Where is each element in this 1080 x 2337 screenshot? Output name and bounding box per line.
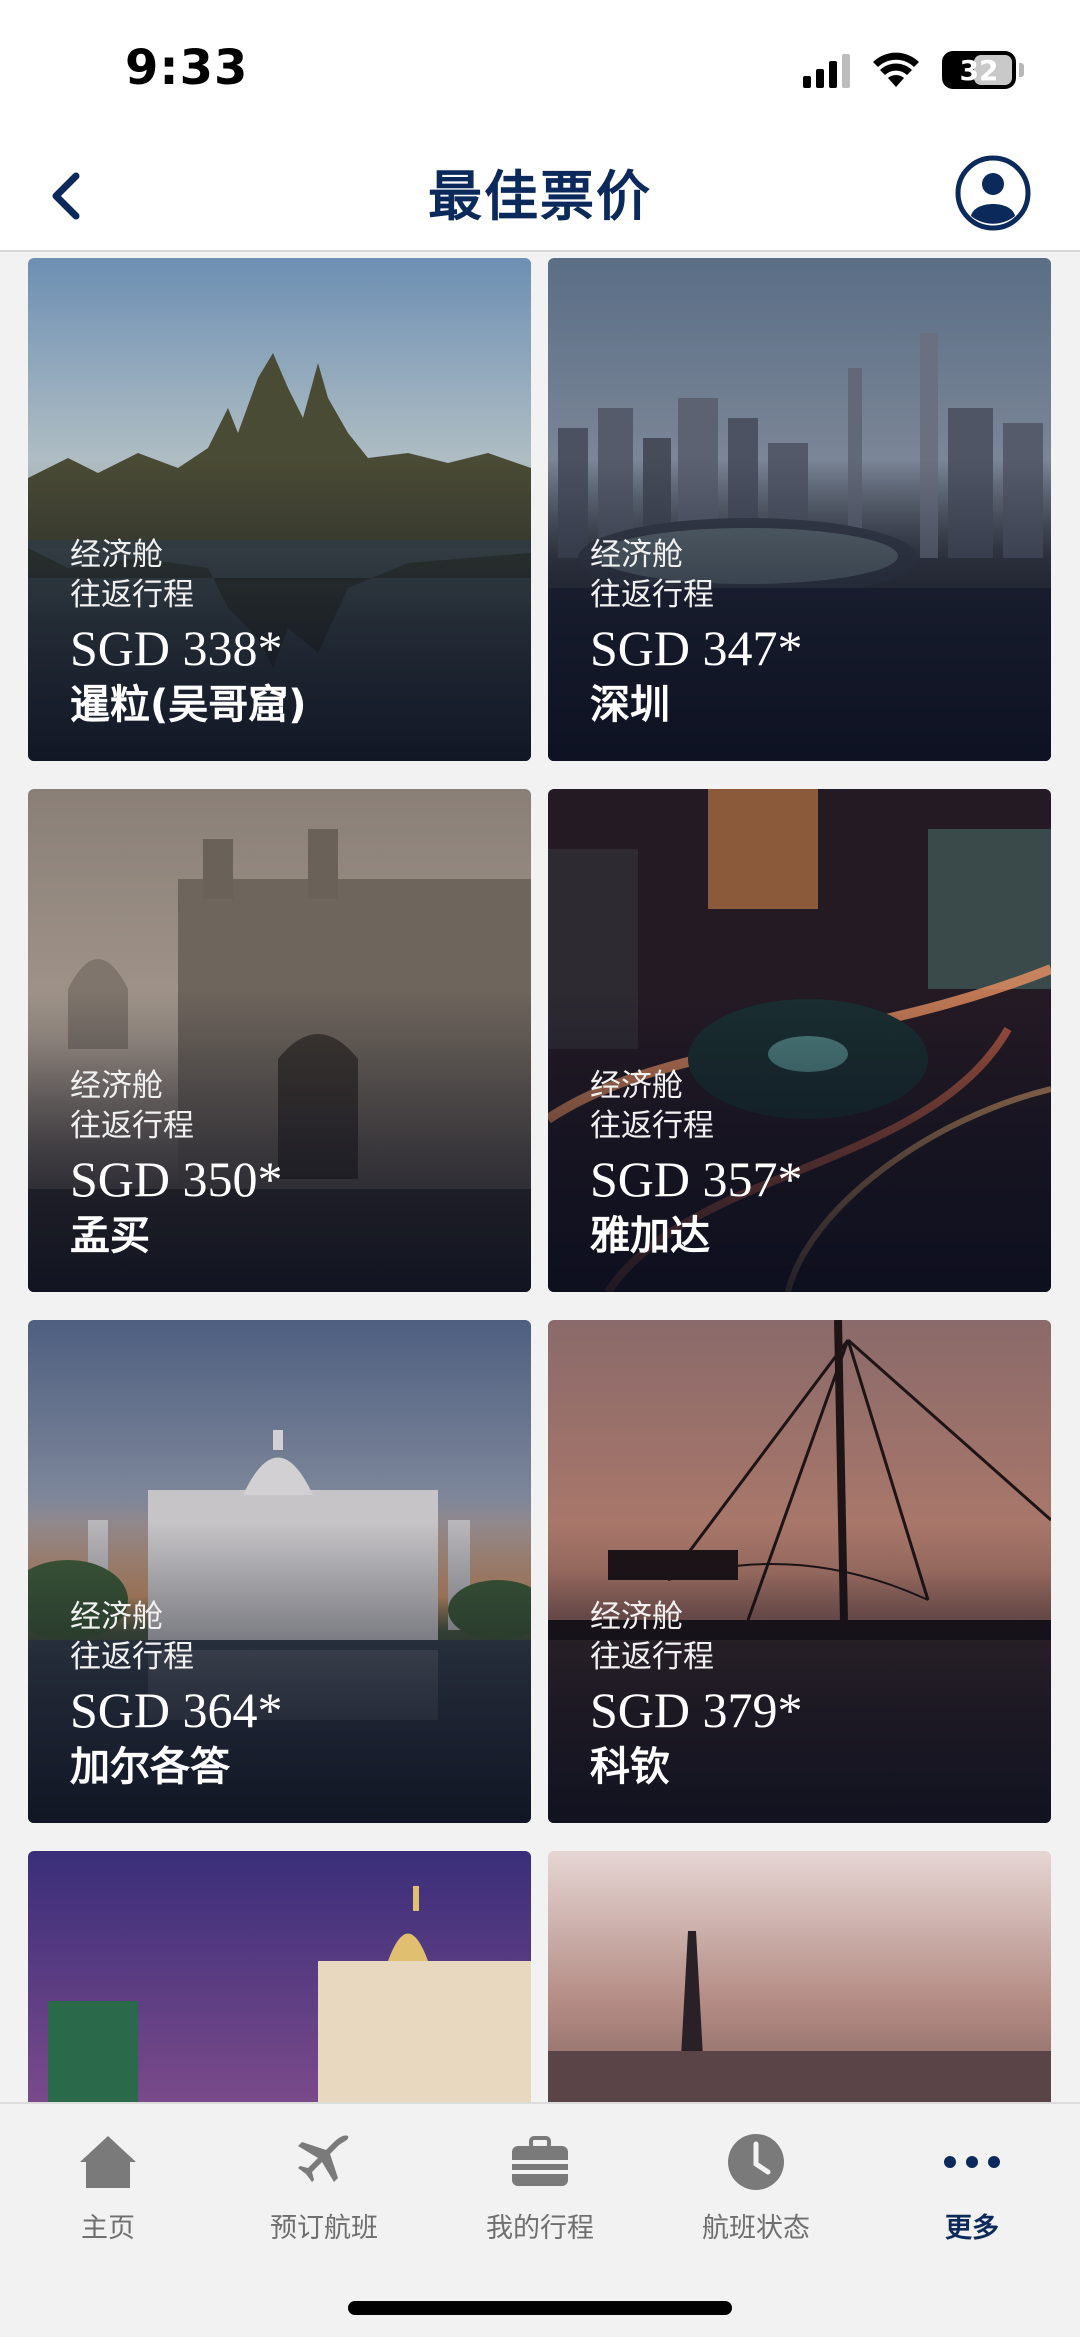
card-text: 经济舱 往返行程 SGD 338* 暹粒(吴哥窟)	[70, 535, 307, 731]
cabin-class: 经济舱	[590, 537, 683, 573]
clock-icon	[728, 2134, 784, 2190]
tab-book-flight[interactable]: 预订航班	[216, 2124, 432, 2274]
trip-type: 往返行程	[70, 1108, 194, 1144]
fare-card-kolkata[interactable]: 经济舱 往返行程 SGD 364* 加尔各答	[28, 1320, 531, 1823]
fare-price: SGD 347*	[590, 620, 803, 676]
destination-city: 科钦	[590, 1744, 670, 1790]
trip-type: 往返行程	[590, 1639, 714, 1675]
more-icon	[944, 2156, 1000, 2168]
battery-level: 32	[959, 53, 999, 87]
destination-photo	[28, 1851, 531, 2102]
cabin-class: 经济舱	[70, 537, 163, 573]
fare-card-siem-reap[interactable]: 经济舱 往返行程 SGD 338* 暹粒(吴哥窟)	[28, 258, 531, 761]
briefcase-icon	[512, 2136, 568, 2186]
cabin-class: 经济舱	[590, 1068, 683, 1104]
tab-label: 航班状态	[702, 2213, 810, 2244]
destination-city: 深圳	[590, 682, 670, 728]
profile-icon[interactable]	[954, 154, 1032, 232]
cabin-class: 经济舱	[590, 1599, 683, 1635]
home-indicator[interactable]	[348, 2301, 732, 2315]
fare-card-partial[interactable]	[548, 1851, 1051, 2102]
tab-my-trips[interactable]: 我的行程	[432, 2124, 648, 2274]
airplane-icon	[298, 2135, 349, 2182]
trip-type: 往返行程	[590, 1108, 714, 1144]
card-text: 经济舱 往返行程 SGD 364* 加尔各答	[70, 1597, 283, 1793]
destination-city: 加尔各答	[70, 1744, 230, 1790]
destination-city: 孟买	[70, 1213, 150, 1259]
tab-home[interactable]: 主页	[0, 2124, 216, 2274]
fare-card-mumbai[interactable]: 经济舱 往返行程 SGD 350* 孟买	[28, 789, 531, 1292]
fare-card-kochi[interactable]: 经济舱 往返行程 SGD 379* 科钦	[548, 1320, 1051, 1823]
home-icon	[80, 2136, 136, 2188]
cabin-class: 经济舱	[70, 1599, 163, 1635]
status-icons: 32	[803, 46, 1024, 94]
fare-price: SGD 364*	[70, 1682, 283, 1738]
status-time: 9:33	[125, 40, 249, 96]
fare-price: SGD 379*	[590, 1682, 803, 1738]
tab-label: 主页	[81, 2213, 135, 2244]
fare-card-partial[interactable]	[28, 1851, 531, 2102]
trip-type: 往返行程	[590, 577, 714, 613]
cabin-class: 经济舱	[70, 1068, 163, 1104]
destination-photo	[548, 1851, 1051, 2102]
destination-city: 暹粒(吴哥窟)	[70, 682, 307, 728]
tab-label: 预订航班	[270, 2213, 378, 2244]
card-text: 经济舱 往返行程 SGD 357* 雅加达	[590, 1066, 803, 1262]
fare-price: SGD 338*	[70, 620, 283, 676]
bottom-tab-bar: 主页 预订航班 我的行程 航班状态 更多	[0, 2102, 1080, 2337]
card-text: 经济舱 往返行程 SGD 350* 孟买	[70, 1066, 283, 1262]
tab-label: 我的行程	[486, 2213, 594, 2244]
page-title: 最佳票价	[428, 165, 652, 228]
fare-grid: 经济舱 往返行程 SGD 338* 暹粒(吴哥窟) 经济舱 往返行程 SGD 3…	[0, 254, 1080, 2102]
destination-city: 雅加达	[590, 1213, 710, 1259]
app-header: 最佳票价	[0, 140, 1080, 252]
cellular-signal-icon	[803, 52, 850, 88]
tab-flight-status[interactable]: 航班状态	[648, 2124, 864, 2274]
trip-type: 往返行程	[70, 1639, 194, 1675]
card-text: 经济舱 往返行程 SGD 347* 深圳	[590, 535, 803, 731]
fare-price: SGD 350*	[70, 1151, 283, 1207]
status-bar: 9:33 32	[0, 0, 1080, 140]
tab-label: 更多	[945, 2213, 999, 2244]
card-text: 经济舱 往返行程 SGD 379* 科钦	[590, 1597, 803, 1793]
fare-price: SGD 357*	[590, 1151, 803, 1207]
fare-card-shenzhen[interactable]: 经济舱 往返行程 SGD 347* 深圳	[548, 258, 1051, 761]
trip-type: 往返行程	[70, 577, 194, 613]
wifi-icon	[873, 52, 919, 87]
fare-card-jakarta[interactable]: 经济舱 往返行程 SGD 357* 雅加达	[548, 789, 1051, 1292]
tab-more[interactable]: 更多	[864, 2124, 1080, 2274]
battery-icon: 32	[942, 51, 1024, 89]
